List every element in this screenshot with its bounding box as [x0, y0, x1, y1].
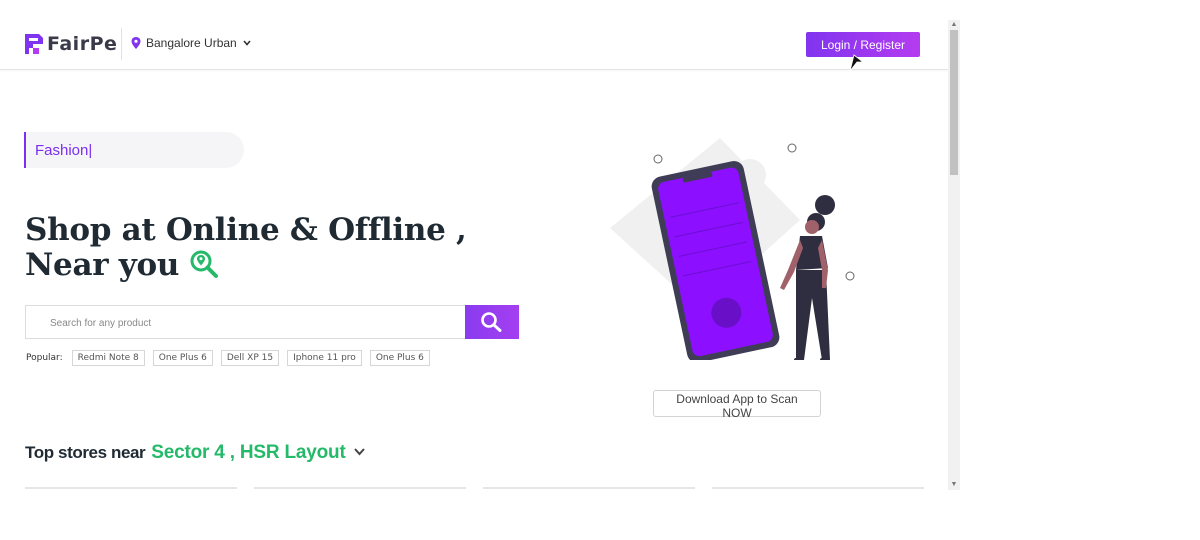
- hero-headline: Shop at Online & Offline , Near you: [25, 212, 467, 283]
- store-card[interactable]: [25, 487, 237, 489]
- map-pin-icon: [131, 37, 141, 49]
- location-label: Bangalore Urban: [146, 36, 237, 50]
- page-viewport: FairPe Bangalore Urban Login / Register …: [0, 20, 948, 490]
- store-card[interactable]: [254, 487, 466, 489]
- popular-chip[interactable]: Redmi Note 8: [71, 350, 145, 366]
- vertical-scrollbar[interactable]: ▲ ▼: [948, 20, 960, 490]
- popular-label: Popular:: [26, 353, 63, 363]
- popular-chip[interactable]: One Plus 6: [152, 350, 213, 366]
- mouse-cursor-icon: [849, 54, 865, 72]
- popular-chip[interactable]: Dell XP 15: [220, 350, 280, 366]
- header-divider: [121, 28, 122, 60]
- location-selector[interactable]: Bangalore Urban: [131, 36, 251, 50]
- popular-chip[interactable]: Iphone 11 pro: [287, 350, 362, 366]
- top-stores-heading: Top stores near Sector 4 , HSR Layout: [25, 442, 365, 464]
- location-search-icon: [190, 250, 219, 278]
- scrollbar-thumb[interactable]: [950, 30, 958, 175]
- product-search-box: [25, 305, 465, 340]
- popular-chip[interactable]: One Plus 6: [369, 350, 430, 366]
- store-card[interactable]: [712, 487, 924, 489]
- store-card[interactable]: [483, 487, 695, 489]
- typed-keyword: Fashion|: [35, 142, 93, 159]
- chevron-down-icon[interactable]: [353, 448, 365, 456]
- scroll-down-arrow-icon[interactable]: ▼: [948, 480, 960, 490]
- headline-line-2: Near you: [25, 247, 180, 283]
- typed-keyword-pill: Fashion|: [24, 132, 244, 168]
- site-header: FairPe Bangalore Urban Login / Register: [0, 20, 948, 70]
- logo-text: FairPe: [47, 33, 118, 55]
- headline-line-1: Shop at Online & Offline ,: [25, 212, 467, 248]
- download-app-button[interactable]: Download App to Scan NOW: [653, 390, 821, 420]
- chevron-down-icon: [243, 40, 251, 46]
- product-search-input[interactable]: [26, 306, 452, 340]
- fairpe-logo[interactable]: FairPe: [24, 33, 117, 55]
- stores-area-selector[interactable]: Sector 4 , HSR Layout: [151, 442, 345, 464]
- search-icon: [481, 312, 502, 332]
- popular-searches: Popular: Redmi Note 8 One Plus 6 Dell XP…: [26, 350, 438, 366]
- headline-line-2-wrap: Near you: [25, 248, 466, 283]
- scroll-up-arrow-icon[interactable]: ▲: [948, 20, 960, 30]
- top-stores-label: Top stores near: [25, 443, 146, 462]
- fairpe-logo-icon: [25, 34, 43, 54]
- search-button[interactable]: [465, 305, 519, 339]
- phone-woman-illustration: [610, 138, 855, 360]
